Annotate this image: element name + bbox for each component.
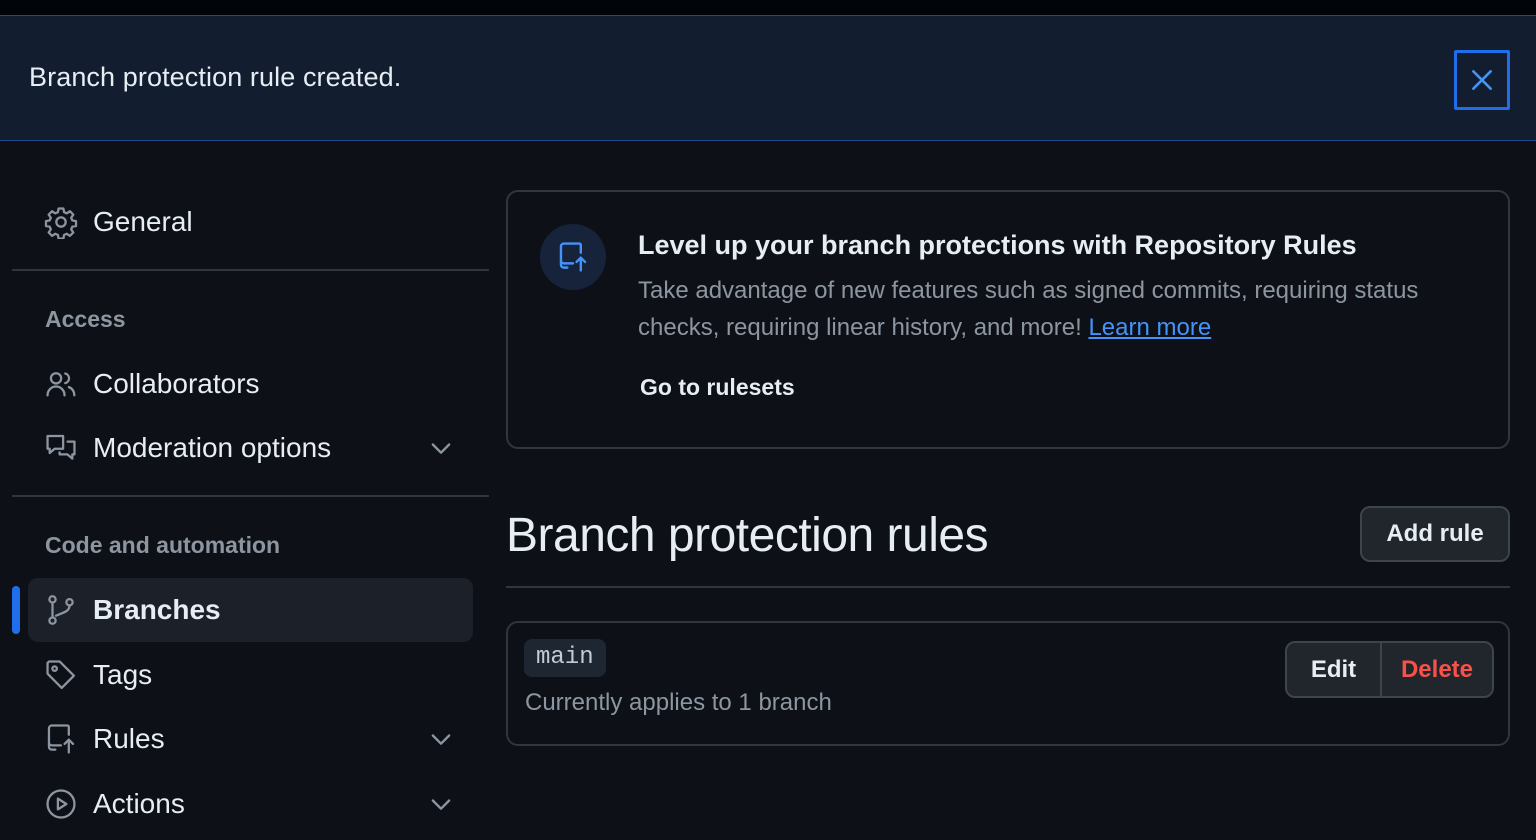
- sidebar-item-collaborators[interactable]: Collaborators: [28, 352, 473, 416]
- comment-discussion-icon: [46, 434, 76, 460]
- learn-more-link[interactable]: Learn more: [1088, 314, 1211, 341]
- x-icon: [1472, 70, 1492, 90]
- sidebar-item-moderation-options[interactable]: Moderation options: [28, 416, 473, 480]
- chevron-down-icon[interactable]: [427, 725, 455, 753]
- section-heading-code-and-automation: Code and automation: [45, 532, 281, 558]
- git-branch-icon: [48, 595, 74, 625]
- sidebar-item-label: Actions: [93, 788, 185, 819]
- branch-rule-card: main Currently applies to 1 branch Edit …: [506, 621, 1510, 746]
- repo-push-icon: [559, 242, 587, 272]
- sidebar-item-label: Moderation options: [93, 432, 332, 463]
- flash-close-button[interactable]: [1454, 50, 1510, 110]
- edit-rule-button[interactable]: Edit: [1287, 643, 1382, 696]
- repo-push-icon: [47, 724, 75, 754]
- sidebar-item-tags[interactable]: Tags: [28, 643, 473, 707]
- sidebar-item-actions[interactable]: Actions: [28, 772, 473, 836]
- branch-name-badge: main: [524, 639, 606, 677]
- banner-description-text: Take advantage of new features such as s…: [638, 277, 1419, 341]
- flash-message: Branch protection rule created.: [29, 62, 402, 92]
- sidebar-item-label: Branches: [93, 594, 221, 625]
- delete-rule-button[interactable]: Delete: [1382, 643, 1492, 696]
- sidebar-item-label: General: [93, 206, 193, 237]
- banner-icon-container: [540, 224, 606, 290]
- sidebar-divider: [12, 269, 489, 271]
- chevron-down-icon[interactable]: [427, 434, 455, 462]
- top-strip: [0, 0, 1536, 15]
- banner-description: Take advantage of new features such as s…: [638, 272, 1458, 346]
- section-heading-access: Access: [45, 306, 126, 332]
- tag-icon: [46, 660, 76, 690]
- chevron-down-icon[interactable]: [427, 790, 455, 818]
- rule-applies-text: Currently applies to 1 branch: [525, 689, 832, 716]
- add-rule-button[interactable]: Add rule: [1360, 506, 1510, 562]
- gear-icon: [44, 207, 78, 239]
- sidebar-item-branches[interactable]: Branches: [28, 578, 473, 642]
- settings-sidebar: General Access Collaborators Moderation …: [0, 141, 500, 840]
- page-title: Branch protection rules: [506, 509, 989, 562]
- sidebar-item-label: Collaborators: [93, 368, 260, 399]
- rule-actions: Edit Delete: [1285, 641, 1494, 698]
- go-to-rulesets-link[interactable]: Go to rulesets: [640, 374, 795, 401]
- sidebar-item-label: Rules: [93, 723, 165, 754]
- play-icon: [46, 789, 76, 819]
- repository-rules-banner: Level up your branch protections with Re…: [506, 190, 1510, 449]
- flash-banner: Branch protection rule created.: [0, 15, 1536, 141]
- people-icon: [46, 372, 76, 397]
- title-divider: [506, 586, 1510, 588]
- banner-title: Level up your branch protections with Re…: [638, 230, 1357, 260]
- sidebar-item-rules[interactable]: Rules: [28, 707, 473, 771]
- sidebar-item-general[interactable]: General: [28, 190, 473, 254]
- sidebar-item-label: Tags: [93, 659, 153, 690]
- sidebar-divider: [12, 495, 489, 497]
- active-indicator: [12, 586, 20, 634]
